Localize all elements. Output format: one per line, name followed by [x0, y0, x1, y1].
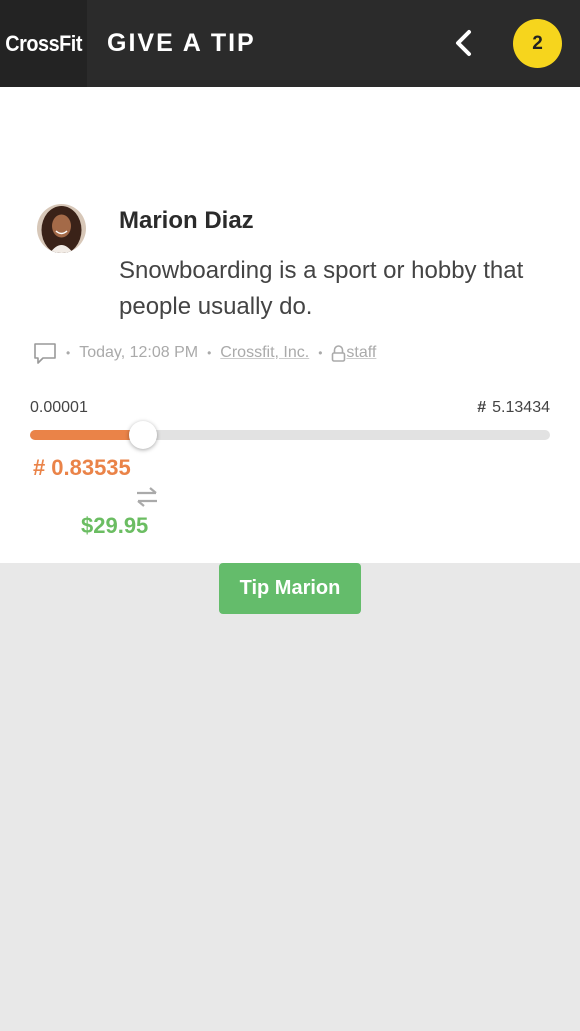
- coin-amount-value: 0.83535: [51, 455, 131, 480]
- comment-button[interactable]: [33, 341, 57, 365]
- logo-text: CrossFit: [5, 30, 82, 56]
- comment-icon: [34, 343, 56, 364]
- coin-icon: #: [33, 455, 46, 480]
- slider-max: # 5.13434: [477, 399, 550, 417]
- visibility-link[interactable]: staff: [331, 344, 376, 362]
- slider-thumb[interactable]: [128, 421, 157, 449]
- crossfit-logo[interactable]: CrossFit: [0, 0, 87, 87]
- page-title: GIVE A TIP: [107, 29, 256, 57]
- slider-max-label: 5.13434: [492, 399, 550, 416]
- post-meta: • Today, 12:08 PM • Crossfit, Inc. • sta…: [33, 341, 376, 365]
- slider-min-label: 0.00001: [30, 399, 88, 416]
- separator-dot: •: [66, 346, 71, 360]
- author-name: Marion Diaz: [119, 207, 254, 234]
- tip-card: Marion Diaz Snowboarding is a sport or h…: [0, 87, 580, 614]
- swap-icon: [137, 487, 157, 507]
- post-message: Snowboarding is a sport or hobby that pe…: [119, 257, 524, 320]
- app-header: CrossFit GIVE A TIP 2: [0, 0, 580, 87]
- back-button[interactable]: [446, 26, 480, 60]
- slider-fill: [30, 430, 143, 440]
- notification-badge[interactable]: 2: [513, 19, 562, 68]
- tip-button[interactable]: Tip Marion: [219, 563, 361, 614]
- lock-icon: [332, 344, 346, 362]
- avatar: [37, 204, 86, 253]
- coin-amount: # 0.83535: [33, 455, 131, 481]
- chevron-left-icon: [456, 30, 471, 56]
- separator-dot: •: [318, 346, 323, 360]
- swap-currency-button[interactable]: [134, 485, 160, 509]
- tip-slider[interactable]: [30, 421, 550, 449]
- visibility-label: staff: [346, 344, 377, 361]
- organization-link[interactable]: Crossfit, Inc.: [220, 344, 309, 362]
- post-timestamp: Today, 12:08 PM: [79, 344, 199, 361]
- separator-dot: •: [207, 346, 212, 360]
- usd-amount: $29.95: [81, 513, 149, 538]
- coin-icon: #: [477, 399, 487, 416]
